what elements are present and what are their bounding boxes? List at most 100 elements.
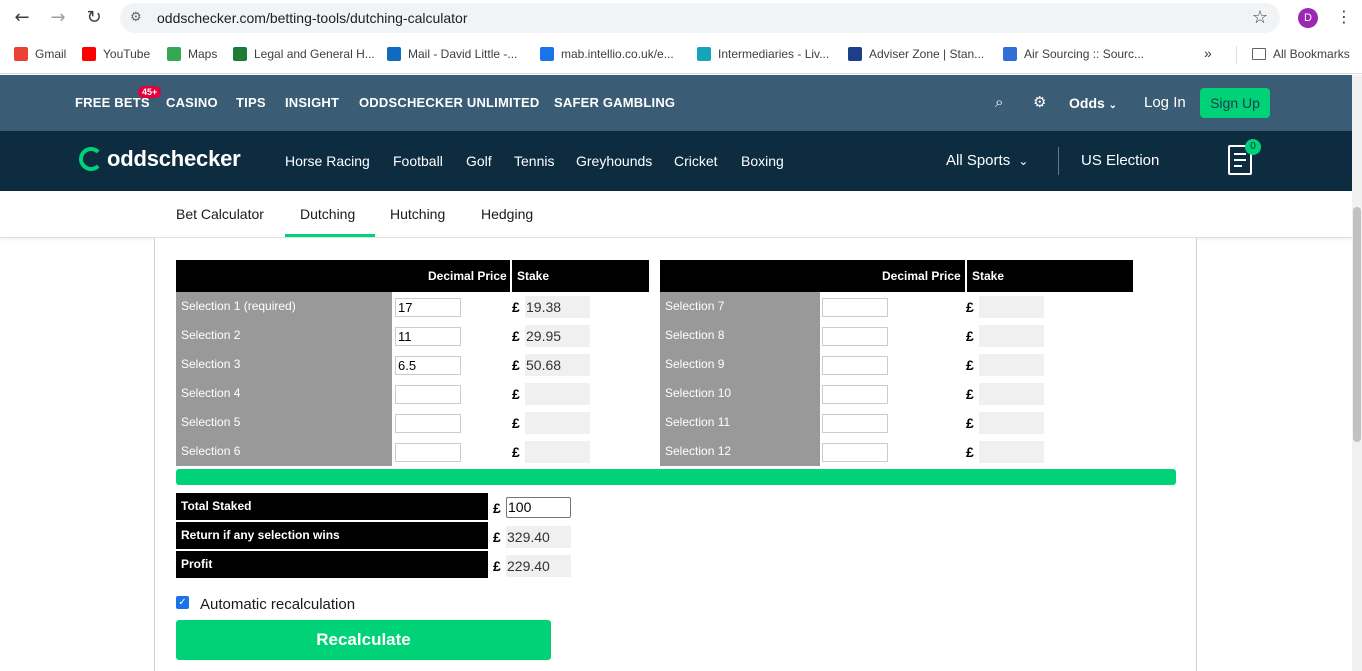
sport-golf[interactable]: Golf [466,153,492,169]
decimal-price-input[interactable] [822,356,888,375]
more-bookmarks-icon[interactable]: » [1204,45,1212,61]
us-election-link[interactable]: US Election [1081,152,1159,169]
tab-bet-calculator[interactable]: Bet Calculator [176,206,264,222]
bookmark-item[interactable]: Air Sourcing :: Sourc... [1003,47,1144,61]
bookmark-favicon-icon [387,47,401,61]
sport-horse-racing[interactable]: Horse Racing [285,153,370,169]
all-bookmarks-label: All Bookmarks [1273,47,1350,61]
bookmark-item[interactable]: Adviser Zone | Stan... [848,47,984,61]
currency-symbol: £ [966,386,974,402]
odds-format-label: Odds [1069,95,1105,111]
currency-symbol: £ [512,328,520,344]
stake-value [525,383,590,405]
decimal-price-input[interactable] [395,414,461,433]
site-top-bar: FREE BETS 45+ CASINO TIPS INSIGHT ODDSCH… [0,75,1352,131]
decimal-price-input[interactable]: 17 [395,298,461,317]
header-decimal-price: Decimal Price [428,269,507,283]
all-sports-label: All Sports [946,152,1011,169]
stake-value [525,441,590,463]
tab-dutching[interactable]: Dutching [300,206,355,222]
decimal-price-input[interactable] [822,327,888,346]
nav-free-bets[interactable]: FREE BETS [75,95,150,110]
recalculate-button[interactable]: Recalculate [176,620,551,660]
currency-symbol: £ [966,415,974,431]
reload-icon[interactable]: ↻ [84,8,104,28]
decimal-price-input[interactable] [822,385,888,404]
bookmark-favicon-icon [82,47,96,61]
url-text[interactable]: oddschecker.com/betting-tools/dutching-c… [157,10,468,26]
selection-label: Selection 7 [660,292,820,321]
login-link[interactable]: Log In [1144,94,1186,111]
sport-football[interactable]: Football [393,153,443,169]
oddschecker-logo[interactable]: oddschecker [79,146,241,172]
profit-label: Profit [176,551,488,578]
header-separator [510,260,512,292]
auto-recalc-checkbox[interactable]: ✓ [176,596,189,609]
logo-text: oddschecker [107,146,241,171]
sport-cricket[interactable]: Cricket [674,153,718,169]
decimal-price-input[interactable]: 6.5 [395,356,461,375]
odds-format-dropdown[interactable]: Odds ⌄ [1069,95,1117,111]
currency-symbol: £ [966,328,974,344]
site-settings-icon[interactable]: ⚙ [130,10,142,25]
menu-kebab-icon[interactable]: ⋮ [1336,7,1352,26]
address-bar[interactable]: ⚙ oddschecker.com/betting-tools/dutching… [120,3,1280,33]
chevron-down-icon: ⌄ [1108,100,1118,111]
selection-label: Selection 1 (required) [176,292,392,321]
bookmark-favicon-icon [697,47,711,61]
stake-value [979,441,1044,463]
bookmark-favicon-icon [233,47,247,61]
scrollbar-thumb[interactable] [1353,207,1361,442]
signup-button[interactable]: Sign Up [1200,88,1270,118]
selection-label: Selection 5 [176,408,392,437]
total-staked-input[interactable]: 100 [506,497,571,518]
bookmark-favicon-icon [167,47,181,61]
bookmark-item[interactable]: YouTube [82,47,150,61]
selection-label: Selection 4 [176,379,392,408]
currency-symbol: £ [512,415,520,431]
search-icon[interactable]: ⌕ [995,93,1003,111]
total-staked-label: Total Staked [176,493,488,520]
nav-casino[interactable]: CASINO [166,95,218,110]
bookmark-item[interactable]: Intermediaries - Liv... [697,47,829,61]
profile-avatar[interactable]: D [1298,8,1318,28]
stake-value [979,383,1044,405]
bookmark-item[interactable]: Legal and General H... [233,47,375,61]
tab-hutching[interactable]: Hutching [390,206,445,222]
bookmarks-bar: » All Bookmarks Gmail YouTube Maps Legal an… [0,36,1362,74]
auto-recalc-label[interactable]: Automatic recalculation [200,596,355,613]
nav-divider [1058,147,1059,175]
selection-label: Selection 10 [660,379,820,408]
sport-tennis[interactable]: Tennis [514,153,554,169]
settings-gear-icon[interactable]: ⚙ [1033,93,1046,111]
bookmark-item[interactable]: Gmail [14,47,66,61]
all-bookmarks-button[interactable]: All Bookmarks [1252,47,1350,61]
nav-insight[interactable]: INSIGHT [285,95,339,110]
selection-label: Selection 11 [660,408,820,437]
decimal-price-input[interactable] [395,443,461,462]
selection-label: Selection 6 [176,437,392,466]
nav-oddschecker-unlimited[interactable]: ODDSCHECKER UNLIMITED [359,95,539,110]
nav-tips[interactable]: TIPS [236,95,266,110]
bookmark-label: Gmail [35,47,67,61]
back-icon[interactable]: ← [12,8,32,28]
nav-safer-gambling[interactable]: SAFER GAMBLING [554,95,675,110]
stake-value: 50.68 [525,354,590,376]
sport-boxing[interactable]: Boxing [741,153,784,169]
bookmark-item[interactable]: mab.intellio.co.uk/e... [540,47,674,61]
forward-icon[interactable]: → [48,8,68,28]
bookmark-item[interactable]: Mail - David Little -... [387,47,517,61]
tab-hedging[interactable]: Hedging [481,206,533,222]
decimal-price-input[interactable] [395,385,461,404]
decimal-price-input[interactable] [822,443,888,462]
bookmark-star-icon[interactable]: ☆ [1252,7,1268,28]
decimal-price-input[interactable]: 11 [395,327,461,346]
bookmark-item[interactable]: Maps [167,47,217,61]
stake-value [979,412,1044,434]
bookmark-label: Intermediaries - Liv... [718,47,830,61]
decimal-price-input[interactable] [822,298,888,317]
header-decimal-price: Decimal Price [882,269,961,283]
all-sports-dropdown[interactable]: All Sports ⌄ [946,152,1028,169]
sport-greyhounds[interactable]: Greyhounds [576,153,652,169]
decimal-price-input[interactable] [822,414,888,433]
